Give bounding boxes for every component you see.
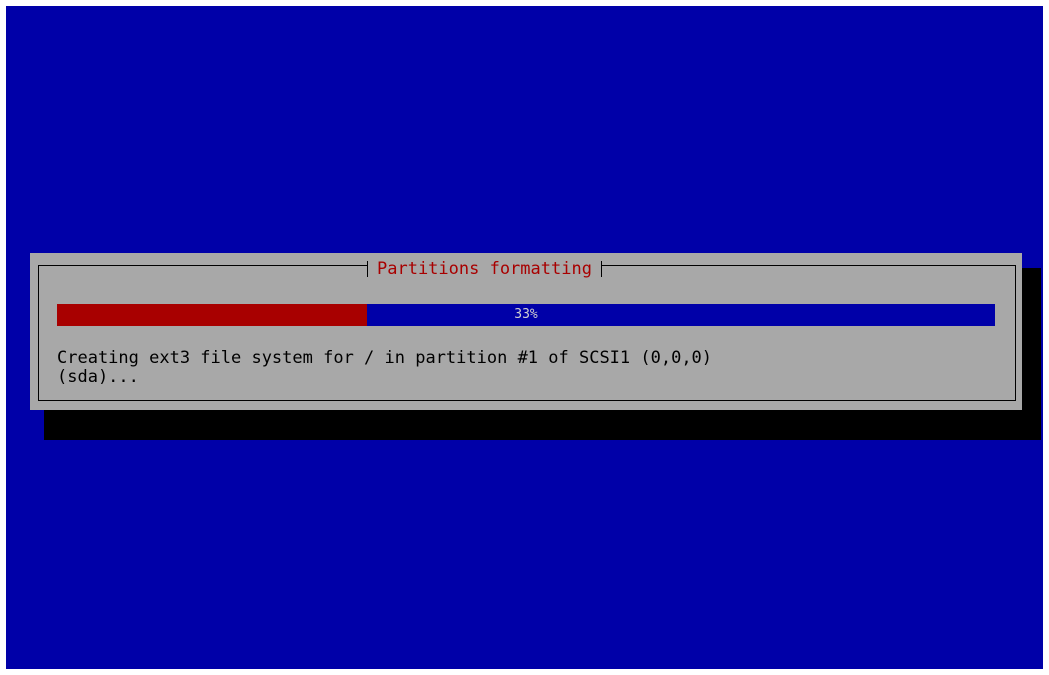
progress-percent-label: 33%: [514, 307, 538, 322]
status-message-line-1: Creating ext3 file system for / in parti…: [57, 348, 713, 368]
progress-bar: 33%: [57, 304, 995, 326]
dialog-title: Partitions formatting: [367, 257, 602, 281]
status-message-line-2: (sda)...: [57, 367, 139, 387]
dialog-title-text: Partitions formatting: [377, 259, 592, 279]
status-message: Creating ext3 file system for / in parti…: [57, 349, 997, 387]
installer-screen: Partitions formatting 33% Creating ext3 …: [6, 6, 1043, 669]
partitions-formatting-dialog: Partitions formatting 33% Creating ext3 …: [30, 253, 1022, 410]
